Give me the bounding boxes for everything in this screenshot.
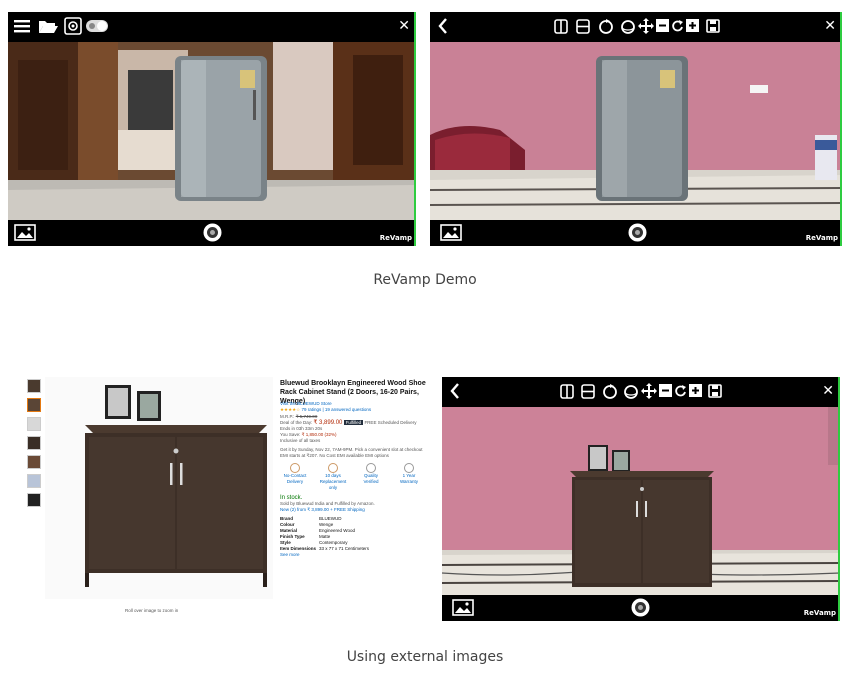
rating-row: ★★★★☆ 79 ratings | 19 answered questions	[280, 407, 430, 414]
zoom-in-icon[interactable]	[686, 19, 699, 32]
shutter-icon[interactable]	[631, 598, 650, 617]
fulfilled-badge: Fulfilled	[343, 420, 364, 425]
bottom-toolbar: ReVamp	[8, 220, 416, 246]
rotate-icon[interactable]	[602, 383, 618, 399]
product-thumbnail[interactable]	[27, 493, 41, 507]
gallery-image-icon[interactable]	[452, 599, 474, 616]
close-icon[interactable]: ✕	[824, 19, 836, 33]
rotate-3d-icon[interactable]	[620, 18, 636, 34]
feature-label: 1 Year Warranty	[399, 473, 419, 484]
spec-table: Brand BLUEWUD Colour Wenge Material Enginee…	[280, 516, 372, 552]
shutter-icon[interactable]	[203, 223, 222, 242]
replacement-icon	[328, 463, 338, 473]
zoom-out-icon[interactable]	[656, 19, 669, 32]
zoom-out-icon[interactable]	[659, 384, 672, 397]
save-label: You Save:	[280, 432, 301, 437]
split-view-icon[interactable]	[560, 384, 574, 399]
feature-item: No-Contact Delivery	[280, 463, 310, 491]
move-icon[interactable]	[638, 18, 654, 34]
accent-edge	[414, 12, 416, 246]
app-screenshot-cabinet-edit: ✕ ReVamp	[442, 377, 840, 621]
shutter-icon[interactable]	[628, 223, 647, 242]
product-thumbnail[interactable]	[27, 379, 41, 393]
feature-item: 10 days Replacement only	[318, 463, 348, 491]
warranty-icon	[404, 463, 414, 473]
feature-icons: No-Contact Delivery 10 days Replacement …	[280, 463, 430, 491]
rotate-3d-icon[interactable]	[623, 383, 639, 399]
delivery-note: FREE Scheduled Delivery	[364, 420, 417, 425]
split-horizontal-icon[interactable]	[581, 384, 595, 399]
feature-label: Quality Verified	[363, 473, 379, 484]
app-screenshot-fridge-room: ✕ ReVamp	[8, 12, 416, 246]
back-icon[interactable]	[438, 18, 448, 34]
deal-label: Deal of the Day:	[280, 420, 313, 425]
brand-logo: ReVamp	[379, 234, 412, 242]
feature-label: No-Contact Delivery	[283, 473, 307, 484]
split-view-icon[interactable]	[554, 19, 568, 34]
bottom-toolbar: ReVamp	[430, 220, 842, 246]
feature-item: 1 Year Warranty	[394, 463, 424, 491]
product-thumbnail[interactable]	[27, 436, 41, 450]
feature-item: Quality Verified	[356, 463, 386, 491]
save-value: ₹ 1,850.00 (32%)	[301, 432, 337, 437]
gallery-image-icon[interactable]	[440, 224, 462, 241]
reset-icon[interactable]	[671, 19, 684, 32]
star-rating-icon: ★★★★☆	[280, 408, 301, 413]
thumbnail-strip	[27, 379, 41, 512]
ratings-link[interactable]: 79 ratings | 19 answered questions	[301, 407, 371, 412]
edit-toolbar: ✕	[430, 12, 842, 42]
menu-icon[interactable]	[14, 19, 30, 33]
app-screenshot-fridge-edit: ✕ ReVamp	[430, 12, 842, 246]
camera-view	[430, 40, 842, 222]
feature-label: 10 days Replacement only	[319, 473, 347, 490]
new-offers-link[interactable]: New (2) from ₹ 3,899.00 + FREE Shipping	[280, 507, 430, 513]
mrp-label: M.R.P.:	[280, 414, 295, 419]
gallery-image-icon[interactable]	[14, 224, 36, 241]
top-toolbar: ✕	[8, 12, 416, 42]
folder-open-icon[interactable]	[38, 18, 58, 34]
rotate-icon[interactable]	[598, 18, 614, 34]
see-more-link[interactable]: See more	[280, 552, 430, 558]
zoom-in-icon[interactable]	[689, 384, 702, 397]
amazon-product-page: Roll over image to zoom in Bluewud Brook…	[25, 367, 430, 619]
save-icon[interactable]	[708, 384, 722, 398]
toggle-switch[interactable]	[86, 20, 108, 32]
product-thumbnail[interactable]	[27, 417, 41, 431]
brand-logo: ReVamp	[805, 234, 838, 242]
product-thumbnail[interactable]	[27, 455, 41, 469]
product-main-image[interactable]	[45, 377, 273, 599]
caption-revamp-demo: ReVamp Demo	[373, 272, 477, 288]
save-icon[interactable]	[706, 19, 720, 33]
close-icon[interactable]: ✕	[398, 19, 410, 33]
back-icon[interactable]	[450, 383, 460, 399]
spec-value: 33 x 77 x 71 Centimeters	[319, 546, 370, 551]
bottom-toolbar: ReVamp	[442, 595, 840, 621]
brand-logo: ReVamp	[803, 609, 836, 617]
camera-view	[8, 40, 416, 222]
caption-external-images: Using external images	[346, 649, 504, 665]
quality-icon	[366, 463, 376, 473]
zoom-hint: Roll over image to zoom in	[125, 608, 179, 613]
reset-icon[interactable]	[674, 384, 687, 397]
camera-settings-icon[interactable]	[64, 17, 82, 35]
product-thumbnail[interactable]	[27, 474, 41, 488]
close-icon[interactable]: ✕	[822, 384, 834, 398]
move-icon[interactable]	[641, 383, 657, 399]
accent-edge	[840, 12, 842, 246]
no-contact-icon	[290, 463, 300, 473]
product-thumbnail[interactable]	[27, 398, 41, 412]
camera-view	[442, 405, 840, 595]
emi-info: EMI starts at ₹207. No Cost EMI availabl…	[280, 453, 389, 458]
split-horizontal-icon[interactable]	[576, 19, 590, 34]
tax-note: Inclusive of all taxes	[280, 438, 321, 443]
mrp-value: ₹ 5,749.00	[295, 414, 318, 419]
edit-toolbar: ✕	[442, 377, 840, 407]
accent-edge	[838, 377, 840, 621]
